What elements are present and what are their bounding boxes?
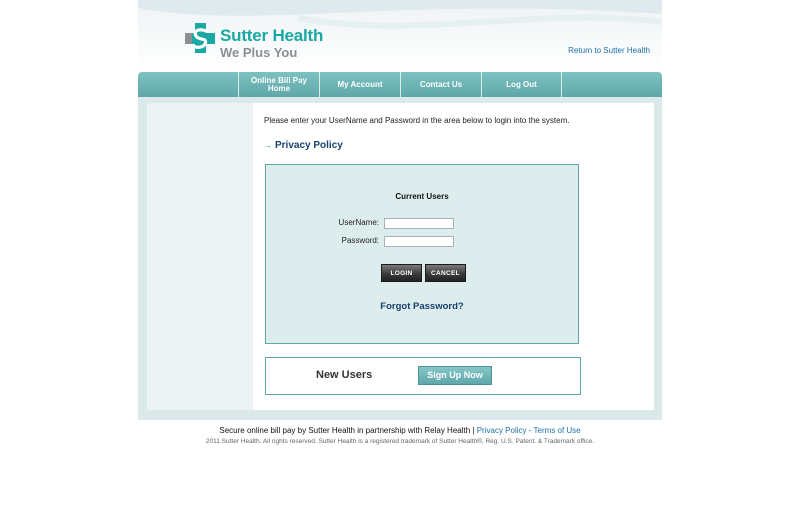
- nav-online-bill-pay-home[interactable]: Online Bill Pay Home: [238, 72, 319, 97]
- login-instructions: Please enter your UserName and Password …: [264, 116, 570, 125]
- footer-privacy-policy-link[interactable]: Privacy Policy: [477, 426, 527, 435]
- new-users-label: New Users: [316, 369, 373, 381]
- footer-copyright: 2011 Sutter Health. All rights reserved.…: [205, 438, 595, 445]
- return-to-sutter-link[interactable]: Return to Sutter Health: [568, 46, 650, 55]
- nav-contact-us[interactable]: Contact Us: [400, 72, 481, 97]
- nav-log-out[interactable]: Log Out: [481, 72, 562, 97]
- footer-partnership-text: Secure online bill pay by Sutter Health …: [219, 426, 475, 435]
- forgot-password-link[interactable]: Forgot Password?: [266, 301, 578, 312]
- site-header: Sutter Health We Plus You Return to Sutt…: [138, 0, 662, 72]
- password-input[interactable]: [384, 236, 454, 247]
- main-content: Please enter your UserName and Password …: [253, 103, 654, 410]
- header-swoosh-decoration: [138, 0, 662, 29]
- footer-separator: -: [528, 426, 532, 435]
- left-sidebar: [147, 103, 253, 410]
- privacy-policy-label: Privacy Policy: [275, 140, 343, 151]
- current-users-title: Current Users: [395, 192, 449, 201]
- nav-my-account[interactable]: My Account: [319, 72, 400, 97]
- password-label: Password:: [341, 236, 379, 245]
- arrow-right-icon: →: [264, 141, 272, 150]
- brand-tagline: We Plus You: [220, 45, 298, 60]
- login-button[interactable]: LOGIN: [381, 264, 422, 282]
- footer-partnership: Secure online bill pay by Sutter Health …: [0, 426, 800, 435]
- cancel-button[interactable]: CANCEL: [425, 264, 466, 282]
- new-users-box: New Users Sign Up Now: [265, 357, 581, 395]
- content-frame: Please enter your UserName and Password …: [138, 97, 662, 420]
- brand-name: Sutter Health: [220, 26, 324, 45]
- username-label: UserName:: [338, 218, 379, 227]
- current-users-login-box: Current Users UserName: Password: LOGIN …: [265, 164, 579, 344]
- sutter-s-cross-icon: [185, 23, 215, 53]
- privacy-policy-link[interactable]: → Privacy Policy: [264, 140, 343, 151]
- footer-terms-of-use-link[interactable]: Terms of Use: [534, 426, 581, 435]
- username-input[interactable]: [384, 218, 454, 229]
- sign-up-now-button[interactable]: Sign Up Now: [418, 366, 492, 385]
- page-container: Sutter Health We Plus You Return to Sutt…: [138, 0, 662, 512]
- nav-bar: Online Bill Pay Home My Account Contact …: [138, 72, 662, 97]
